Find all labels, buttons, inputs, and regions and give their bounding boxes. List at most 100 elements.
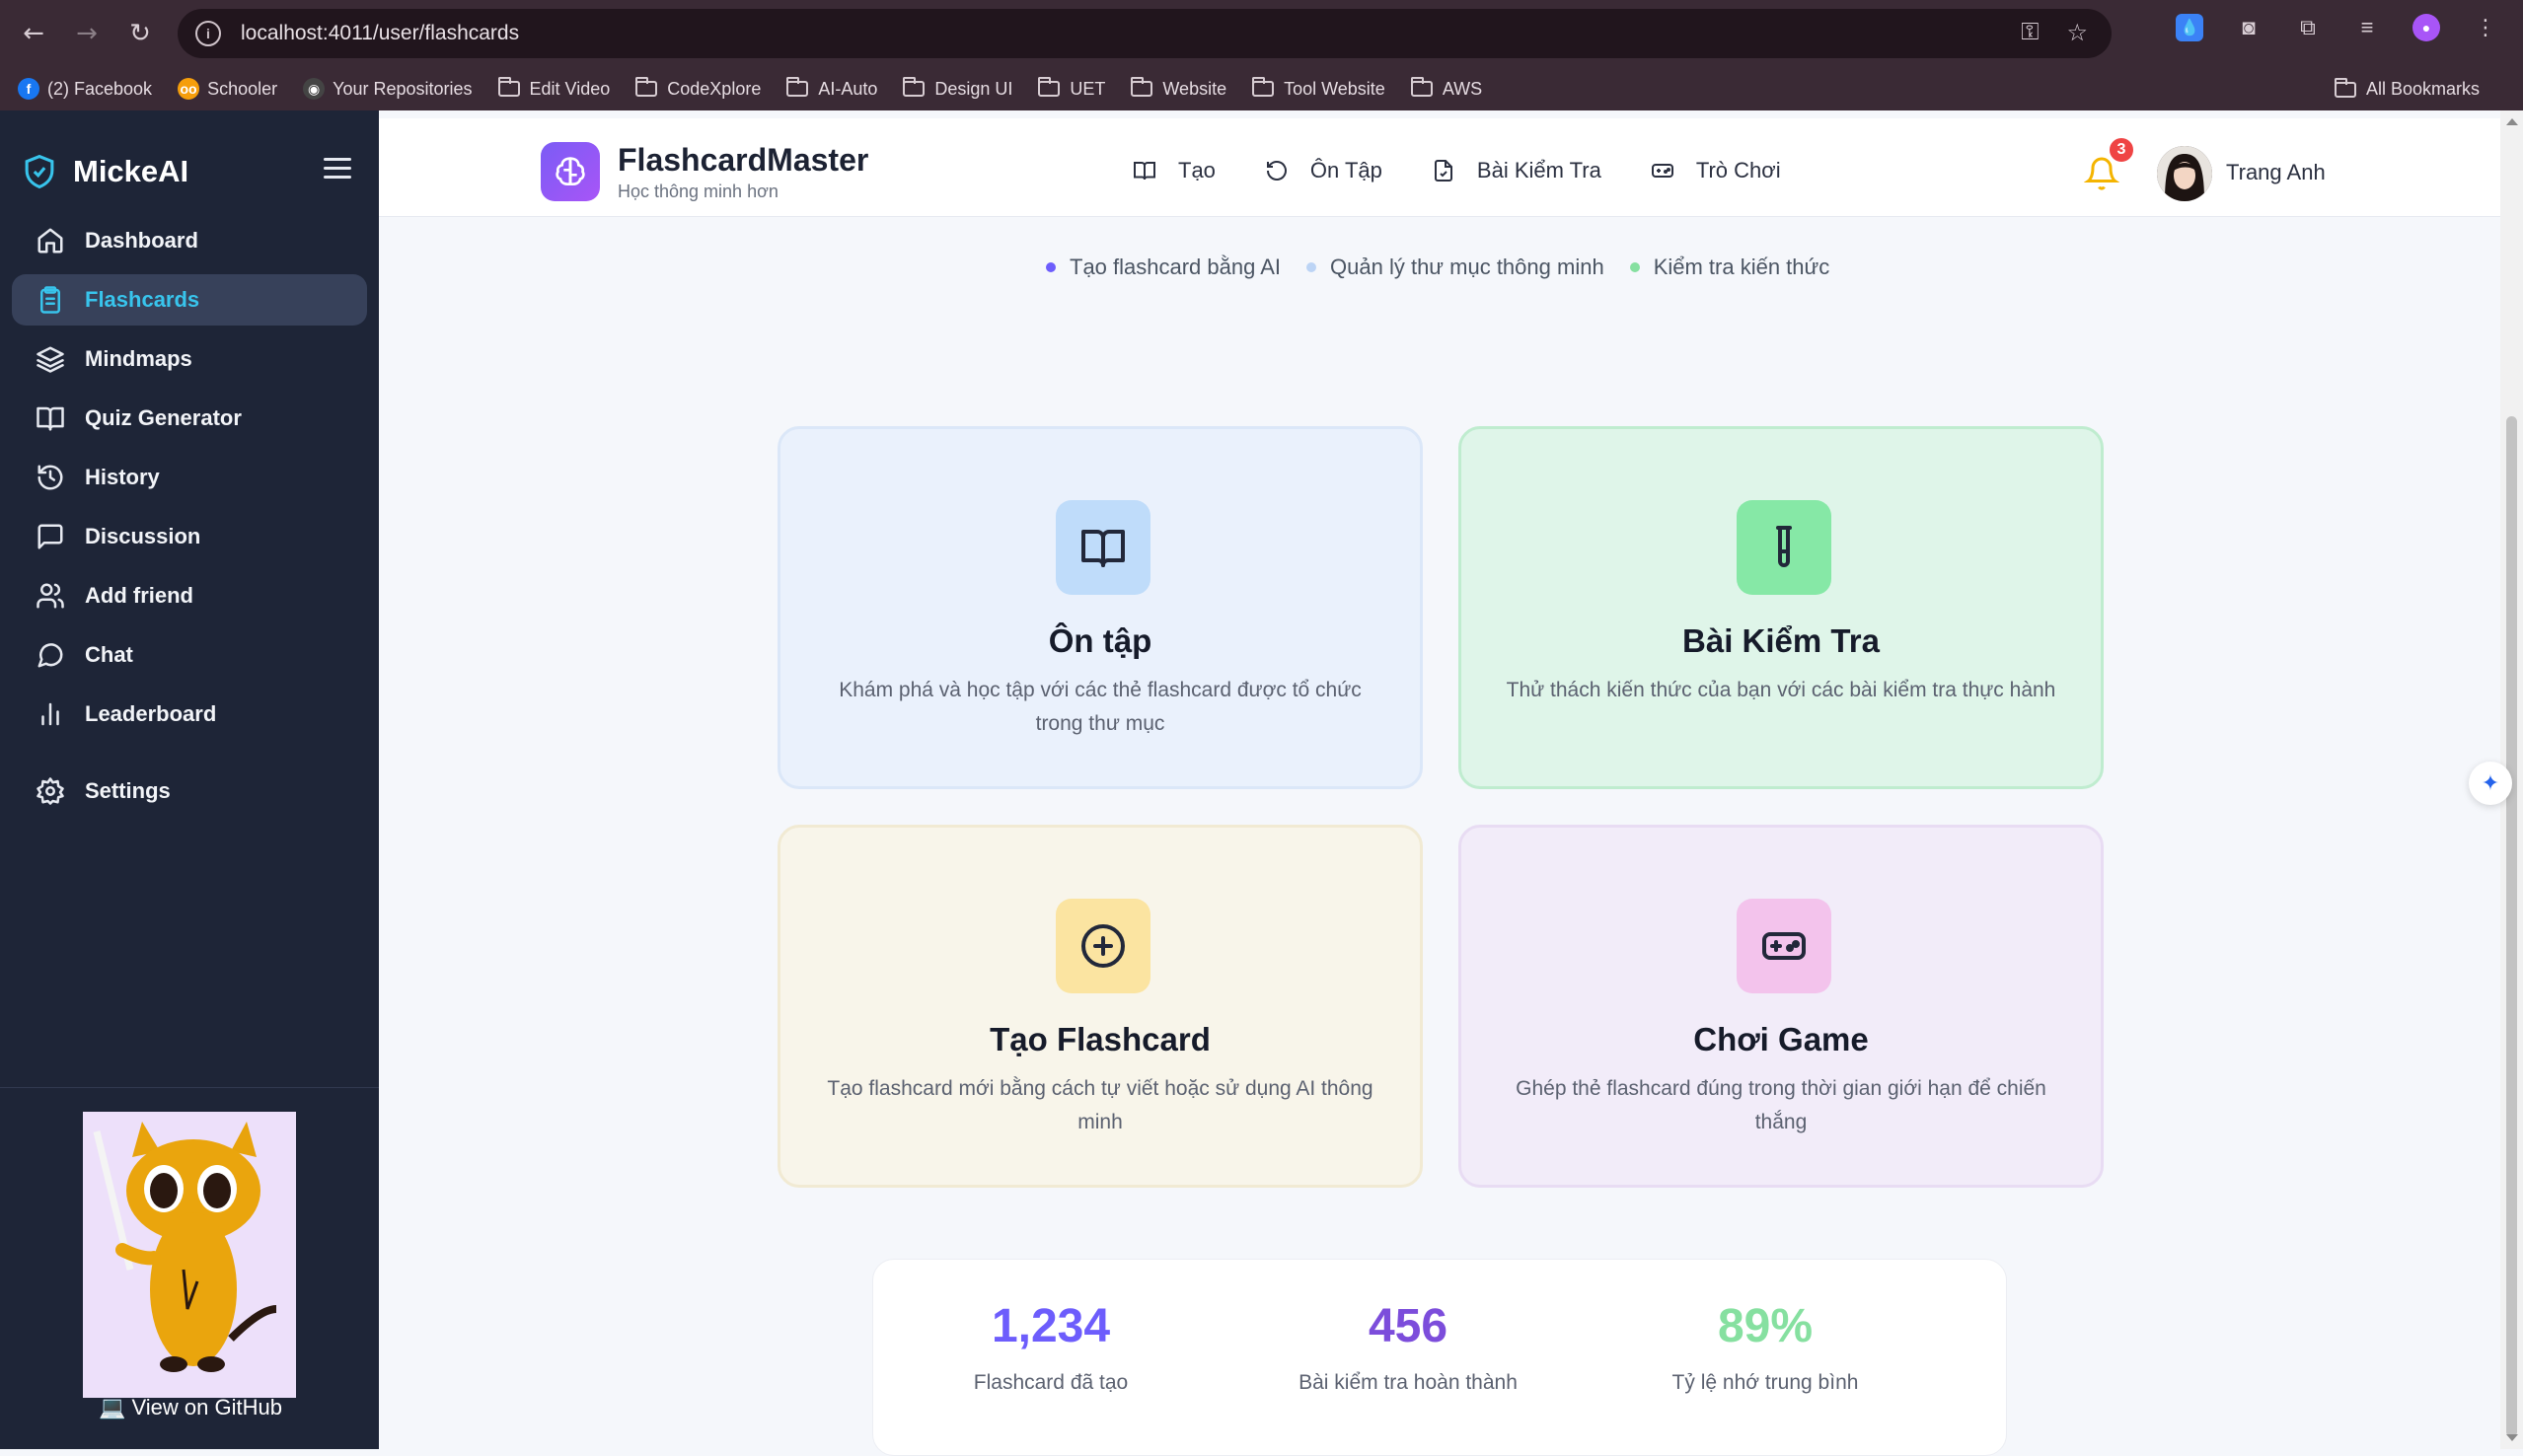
top-nav-review[interactable]: Ôn Tập [1265,158,1382,183]
feature-item: Tạo flashcard bằng AI [1046,255,1281,280]
bookmark-label: Your Repositories [333,78,473,99]
feature-item: Quản lý thư mục thông minh [1306,255,1604,280]
notification-badge: 3 [2108,136,2135,164]
card-description: Thử thách kiến thức của bạn với các bài … [1506,679,2056,701]
folder-icon [1038,77,1061,97]
top-nav: Tạo Ôn Tập Bài Kiểm Tra Trò Chơi [1133,158,1781,183]
gamepad-icon [1651,164,1673,178]
sidebar-item-chat[interactable]: Chat [12,629,367,681]
app-header: FlashcardMaster Học thông minh hơn Tạo Ô… [379,118,2500,217]
stat-label: Tỷ lệ nhớ trung bình [1671,1371,1859,1394]
card-description: Khám phá và học tập với các thẻ flashcar… [839,679,1362,735]
sidebar-item-leaderboard[interactable]: Leaderboard [12,689,367,740]
top-nav-label: Tạo [1178,158,1216,182]
book-open-icon [37,406,64,431]
stat-value: 456 [1368,1300,1448,1352]
folder-icon [1410,77,1433,97]
play-game-card[interactable]: Chơi Game Ghép thẻ flashcard đúng trong t… [1458,825,2104,1188]
cat-mascot-icon [83,1112,296,1398]
extensions-puzzle-icon[interactable]: ⧉ [2294,14,2322,41]
stat-value: 1,234 [991,1300,1111,1352]
avatar[interactable] [2157,146,2212,201]
bookmark-item[interactable]: Tool Website [1252,77,1385,100]
media-icon[interactable]: ≡ [2353,14,2381,41]
brain-logo-icon[interactable] [541,142,600,201]
forward-icon[interactable]: → [67,14,107,53]
sidebar-item-add-friend[interactable]: Add friend [12,570,367,621]
stat-label: Flashcard đã tạo [973,1371,1129,1394]
top-nav-label: Ôn Tập [1309,158,1382,182]
url-text[interactable]: localhost:4011/user/flashcards [241,22,519,45]
feature-item: Kiểm tra kiến thức [1629,255,1830,280]
bar-chart-icon [41,702,59,726]
sidebar-item-history[interactable]: History [12,452,367,503]
view-on-github-link[interactable]: 💻 View on GitHub [99,1395,282,1420]
sidebar-item-quiz-generator[interactable]: Quiz Generator [12,393,367,444]
brand[interactable]: MickeAI [24,154,188,189]
all-bookmarks[interactable]: All Bookmarks [2334,77,2480,100]
app-title[interactable]: FlashcardMaster [618,142,868,179]
brand-name: MickeAI [73,154,189,188]
folder-icon [635,77,658,97]
sidebar-item-mindmaps[interactable]: Mindmaps [12,333,367,385]
sidebar-nav: Dashboard Flashcards Mindmaps Quiz Generato… [12,215,367,825]
top-nav-game[interactable]: Trò Chơi [1651,158,1781,183]
sidebar-item-flashcards[interactable]: Flashcards [12,274,367,326]
gamepad-icon [1762,932,1806,960]
sidebar-item-label: History [85,465,160,489]
key-icon[interactable]: ⚿ [2021,19,2039,47]
create-flashcard-card[interactable]: Tạo Flashcard Tạo flashcard mới bằng cách… [778,825,1423,1188]
sidebar-item-dashboard[interactable]: Dashboard [12,215,367,266]
top-nav-test[interactable]: Bài Kiểm Tra [1432,158,1601,183]
sidebar-item-label: Mindmaps [85,346,192,371]
sidebar-item-label: Leaderboard [85,701,217,726]
site-info-icon[interactable]: i [195,21,221,46]
favicon-icon: f [18,78,39,100]
profile-icon[interactable]: ● [2412,14,2440,41]
sidebar-item-settings[interactable]: Settings [12,765,367,817]
review-card[interactable]: Ôn tập Khám phá và học tập với các thẻ fl… [778,426,1423,789]
bookmark-item[interactable]: CodeXplore [635,77,761,100]
test-tube-icon [1776,526,1792,567]
sidebar-item-discussion[interactable]: Discussion [12,511,367,562]
hamburger-menu-icon[interactable] [324,158,351,180]
bookmark-item[interactable]: AWS [1410,77,1482,100]
bookmark-item[interactable]: UET [1038,77,1105,100]
folder-icon [786,77,809,97]
bookmark-item[interactable]: AI-Auto [786,77,877,100]
home-icon [37,228,63,254]
test-card[interactable]: Bài Kiểm Tra Thử thách kiến thức của bạn … [1458,426,2104,789]
card-title: Tạo Flashcard [990,1021,1211,1057]
top-nav-create[interactable]: Tạo [1133,158,1216,183]
back-icon[interactable]: ← [14,14,53,53]
stat-item: 1,234 Flashcard đã tạo [873,1299,1228,1395]
feature-label: Kiểm tra kiến thức [1653,255,1830,279]
scrollbar-thumb[interactable] [2506,416,2517,1437]
stat-label: Bài kiểm tra hoàn thành [1299,1371,1518,1394]
bookmark-item[interactable]: Edit Video [497,77,610,100]
clipboard-icon [40,286,60,314]
mascot-image[interactable] [83,1112,296,1398]
book-open-icon [1081,530,1125,567]
bookmarks-bar: f (2) Facebook oo Schooler ◉ Your Repositorie… [0,67,2523,110]
bookmark-item[interactable]: ◉ Your Repositories [303,78,473,100]
sidebar-item-label: Flashcards [85,287,200,312]
address-bar[interactable]: i localhost:4011/user/flashcards ⚿ ☆ [178,9,2112,58]
card-title: Chơi Game [1693,1021,1869,1057]
reload-icon[interactable]: ↻ [120,14,160,53]
sparkle-assistant-icon[interactable]: ✦ [2469,762,2512,805]
bookmark-item[interactable]: Design UI [903,77,1012,100]
bookmark-item[interactable]: Website [1131,77,1226,100]
extension-glasses-icon[interactable]: ◙ [2235,14,2263,41]
menu-kebab-icon[interactable]: ⋮ [2472,14,2499,41]
layers-icon [37,346,64,373]
bookmark-label: Schooler [207,78,278,99]
bookmark-label: All Bookmarks [2365,79,2480,99]
username[interactable]: Trang Anh [2226,160,2326,185]
bookmark-item[interactable]: f (2) Facebook [18,78,152,100]
rotate-icon [1266,161,1287,181]
extension-drop-icon[interactable]: 💧 [2176,14,2203,41]
bookmark-item[interactable]: oo Schooler [178,78,277,100]
file-check-icon [1434,160,1452,182]
bookmark-star-icon[interactable]: ☆ [2066,19,2088,47]
